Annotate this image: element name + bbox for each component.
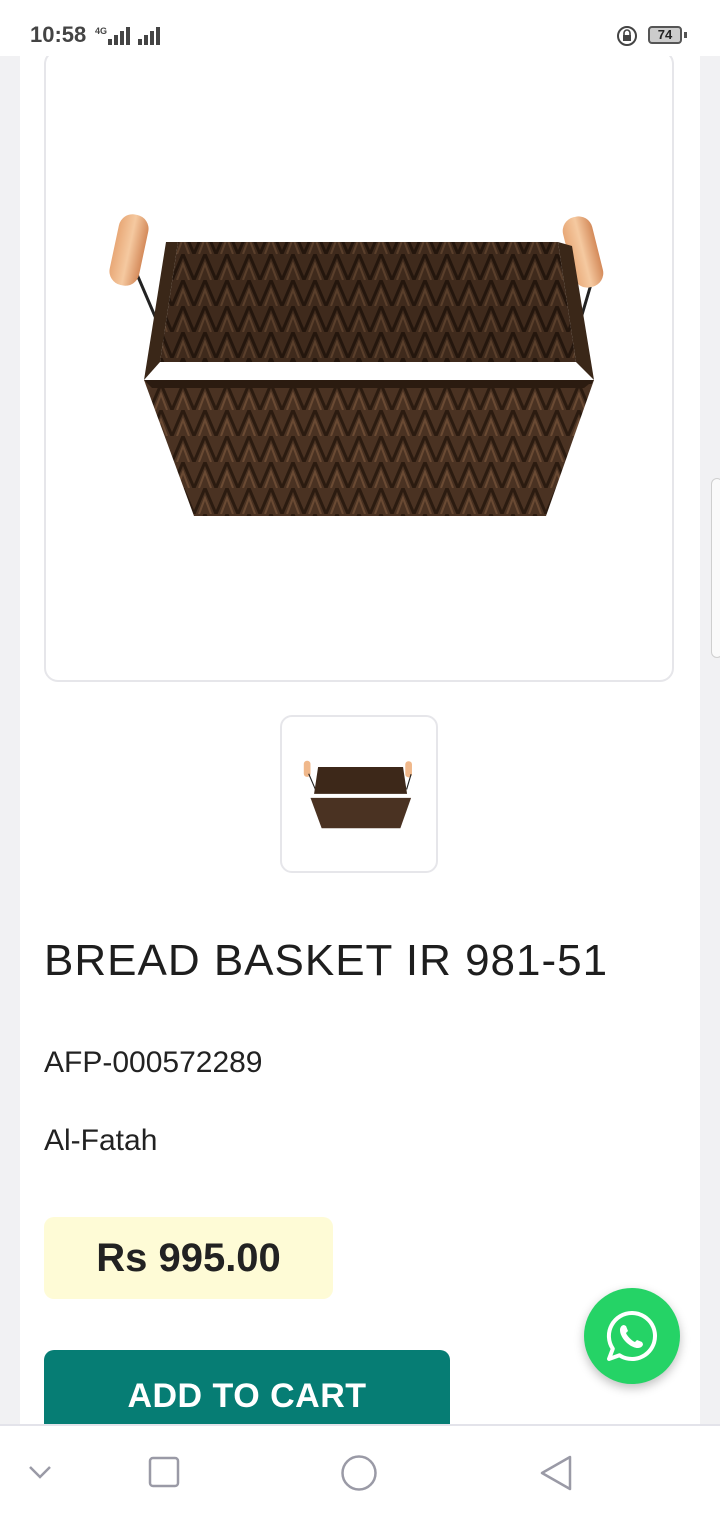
signal-icon: [108, 27, 130, 45]
rotation-lock-icon: [617, 26, 637, 46]
product-main-image[interactable]: [44, 56, 674, 682]
price-badge: Rs 995.00: [44, 1217, 333, 1299]
product-sku: AFP-000572289: [44, 1046, 263, 1079]
scroll-handle[interactable]: [711, 478, 720, 658]
basket-thumbnail: [303, 760, 412, 829]
basket-image: [109, 214, 604, 516]
add-to-cart-button[interactable]: ADD TO CART: [44, 1350, 450, 1424]
product-brand: Al-Fatah: [44, 1124, 158, 1157]
battery-icon: 74: [648, 26, 682, 44]
network-type: 4G: [95, 26, 108, 36]
status-bar: 10:58 4G 74: [0, 0, 720, 56]
square-icon[interactable]: [148, 1456, 180, 1488]
triangle-back-icon[interactable]: [538, 1454, 574, 1492]
whatsapp-icon: [606, 1310, 657, 1361]
chevron-down-icon[interactable]: [28, 1464, 52, 1480]
circle-icon[interactable]: [340, 1454, 378, 1492]
status-time: 10:58: [30, 22, 87, 47]
product-page: BREAD BASKET IR 981-51 AFP-000572289 Al-…: [20, 56, 700, 1424]
signal-icon-2: [138, 27, 160, 45]
battery-tip: [684, 32, 687, 38]
product-title: BREAD BASKET IR 981-51: [44, 936, 609, 985]
product-price: Rs 995.00: [96, 1236, 281, 1280]
whatsapp-button[interactable]: [584, 1288, 680, 1384]
product-thumbnail[interactable]: [280, 715, 438, 873]
system-navigation-bar: [0, 1424, 720, 1520]
